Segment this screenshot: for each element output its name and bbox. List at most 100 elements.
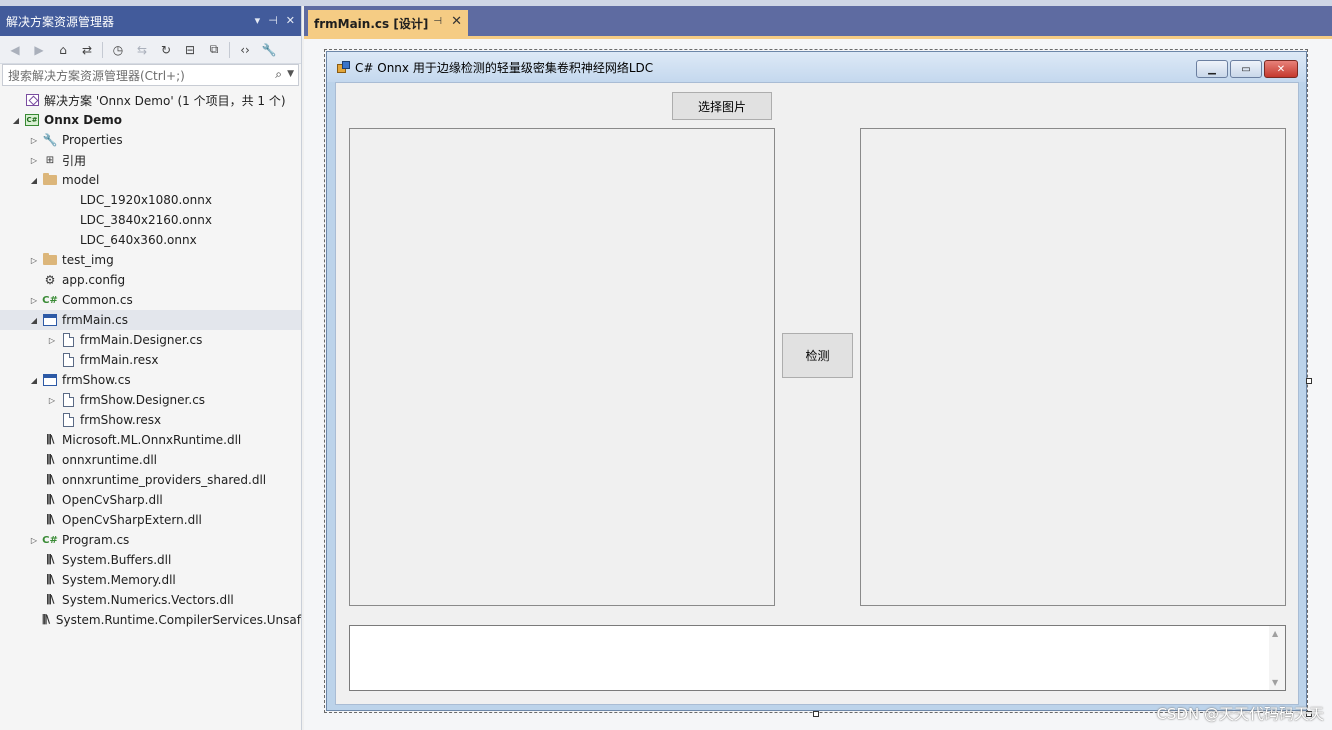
view-code-icon[interactable]: ‹› — [236, 41, 254, 59]
tab-frmmain-design[interactable]: frmMain.cs [设计] ⊣ ✕ — [308, 10, 468, 36]
toolbar-separator — [229, 41, 230, 58]
tree-item[interactable]: ⫼\ System.Buffers.dll — [0, 550, 301, 570]
forward-icon[interactable]: ▶ — [30, 41, 48, 59]
panel-dropdown-icon[interactable]: ▾ — [255, 14, 261, 27]
search-icon[interactable]: ⌕ — [275, 67, 282, 82]
scroll-down-icon[interactable]: ▼ — [1272, 678, 1278, 687]
sync-icon[interactable]: ⇆ — [133, 41, 151, 59]
search-options-icon[interactable]: ▼ — [287, 69, 294, 79]
tree-item[interactable]: ▷ frmShow.Designer.cs — [0, 390, 301, 410]
dll-icon: ⫼\ — [46, 553, 54, 566]
refresh-icon[interactable]: ↻ — [157, 41, 175, 59]
wrench-icon: 🔧 — [42, 133, 58, 147]
no-expander — [28, 594, 40, 606]
tree-item[interactable]: frmMain.resx — [0, 350, 301, 370]
no-expander — [46, 414, 58, 426]
back-icon[interactable]: ◀ — [6, 41, 24, 59]
tree-item[interactable]: ▷ 🔧 Properties — [0, 130, 301, 150]
tree-item[interactable]: ⫼\ System.Runtime.CompilerServices.Unsaf — [0, 610, 301, 630]
no-expander — [28, 614, 37, 626]
resize-handle-right[interactable] — [1306, 378, 1312, 384]
tree-item[interactable]: ⫼\ onnxruntime_providers_shared.dll — [0, 470, 301, 490]
tree-item[interactable]: ▷ frmMain.Designer.cs — [0, 330, 301, 350]
maximize-icon[interactable]: ▭ — [1230, 60, 1262, 78]
tree-item[interactable]: ⫼\ OpenCvSharpExtern.dll — [0, 510, 301, 530]
tree-item-label: System.Numerics.Vectors.dll — [62, 593, 234, 607]
properties-wrench-icon[interactable]: 🔧 — [260, 41, 278, 59]
tree-item[interactable]: ◢ frmShow.cs — [0, 370, 301, 390]
tree-item[interactable]: ▷ C# Program.cs — [0, 530, 301, 550]
blank-icon — [60, 192, 76, 208]
watermark: CSDN @天天代码码天天 — [1156, 705, 1324, 723]
tree-item[interactable]: ◢ frmMain.cs — [0, 310, 301, 330]
pin-icon[interactable]: ⊣ — [268, 14, 278, 27]
collapse-all-icon[interactable]: ⊟ — [181, 41, 199, 59]
tree-item-label: Onnx Demo — [44, 113, 123, 127]
collapsed-arrow-icon[interactable]: ▷ — [28, 294, 40, 306]
tree-item-label: frmMain.cs — [62, 313, 128, 327]
tree-item-label: onnxruntime.dll — [62, 453, 158, 467]
home-icon[interactable]: ⌂ — [54, 41, 72, 59]
switch-views-icon[interactable]: ⇄ — [78, 41, 96, 59]
expanded-arrow-icon[interactable]: ◢ — [10, 114, 22, 126]
tree-item[interactable]: 解决方案 'Onnx Demo' (1 个项目，共 1 个) — [0, 90, 301, 110]
tree-item[interactable]: ⚙ app.config — [0, 270, 301, 290]
dll-icon: ⫼\ — [46, 493, 54, 506]
file-icon — [60, 412, 76, 428]
tree-item-label: app.config — [62, 273, 126, 287]
tree-item[interactable]: ◢ model — [0, 170, 301, 190]
collapsed-arrow-icon[interactable]: ▷ — [28, 154, 40, 166]
no-expander — [10, 94, 22, 106]
tree-item[interactable]: ◢ C# Onnx Demo — [0, 110, 301, 130]
collapsed-arrow-icon[interactable]: ▷ — [46, 334, 58, 346]
tree-item[interactable]: ▷ C# Common.cs — [0, 290, 301, 310]
no-expander — [46, 234, 58, 246]
show-all-files-icon[interactable]: ⧉ — [205, 41, 223, 59]
resize-handle-bottom[interactable] — [813, 711, 819, 717]
minimize-icon[interactable]: ▁ — [1196, 60, 1228, 78]
close-window-icon[interactable]: ✕ — [1264, 60, 1298, 78]
select-image-button[interactable]: 选择图片 — [672, 92, 772, 120]
tree-item[interactable]: LDC_1920x1080.onnx — [0, 190, 301, 210]
tree-item[interactable]: ⫼\ OpenCvSharp.dll — [0, 490, 301, 510]
collapsed-arrow-icon[interactable]: ▷ — [28, 134, 40, 146]
collapsed-arrow-icon[interactable]: ▷ — [28, 254, 40, 266]
log-textbox[interactable]: ▲ ▼ — [349, 625, 1286, 691]
input-picturebox[interactable] — [349, 128, 775, 606]
tree-item-label: model — [62, 173, 100, 187]
close-icon[interactable]: ✕ — [286, 14, 295, 27]
detect-button[interactable]: 检测 — [782, 333, 853, 378]
tree-item-label: frmShow.resx — [80, 413, 162, 427]
tree-item[interactable]: LDC_3840x2160.onnx — [0, 210, 301, 230]
document-tab-bar: frmMain.cs [设计] ⊣ ✕ — [304, 6, 1332, 36]
no-expander — [46, 354, 58, 366]
tree-item[interactable]: ⫼\ Microsoft.ML.OnnxRuntime.dll — [0, 430, 301, 450]
tree-item[interactable]: LDC_640x360.onnx — [0, 230, 301, 250]
scroll-up-icon[interactable]: ▲ — [1272, 629, 1278, 638]
tree-item[interactable]: ⫼\ System.Memory.dll — [0, 570, 301, 590]
tree-item[interactable]: ▷ test_img — [0, 250, 301, 270]
collapsed-arrow-icon[interactable]: ▷ — [46, 394, 58, 406]
tab-close-icon[interactable]: ✕ — [451, 14, 462, 29]
tree-item-label: LDC_640x360.onnx — [80, 233, 197, 247]
tree-item-label: 解决方案 'Onnx Demo' (1 个项目，共 1 个) — [44, 93, 286, 108]
pending-changes-icon[interactable]: ◷ — [109, 41, 127, 59]
tree-item[interactable]: ⫼\ onnxruntime.dll — [0, 450, 301, 470]
solution-explorer-search-input[interactable]: 搜索解决方案资源管理器(Ctrl+;) ⌕ ▼ — [2, 64, 299, 86]
expanded-arrow-icon[interactable]: ◢ — [28, 314, 40, 326]
tree-item[interactable]: frmShow.resx — [0, 410, 301, 430]
dll-icon: ⫼\ — [46, 453, 54, 466]
tab-pin-icon[interactable]: ⊣ — [433, 16, 442, 27]
textbox-scrollbar[interactable]: ▲ ▼ — [1269, 626, 1285, 690]
tree-item[interactable]: ▷ ⊞ 引用 — [0, 150, 301, 170]
tree-item[interactable]: ⫼\ System.Numerics.Vectors.dll — [0, 590, 301, 610]
expanded-arrow-icon[interactable]: ◢ — [28, 374, 40, 386]
expanded-arrow-icon[interactable]: ◢ — [28, 174, 40, 186]
solution-explorer-title-bar[interactable]: 解决方案资源管理器 ▾ ⊣ ✕ — [0, 6, 301, 36]
collapsed-arrow-icon[interactable]: ▷ — [28, 534, 40, 546]
tree-item-label: test_img — [62, 253, 114, 267]
designed-form[interactable]: C# Onnx 用于边缘检测的轻量级密集卷积神经网络LDC ▁ ▭ ✕ 选择图片… — [326, 51, 1307, 711]
output-picturebox[interactable] — [860, 128, 1286, 606]
search-placeholder: 搜索解决方案资源管理器(Ctrl+;) — [8, 68, 185, 83]
no-expander — [28, 554, 40, 566]
